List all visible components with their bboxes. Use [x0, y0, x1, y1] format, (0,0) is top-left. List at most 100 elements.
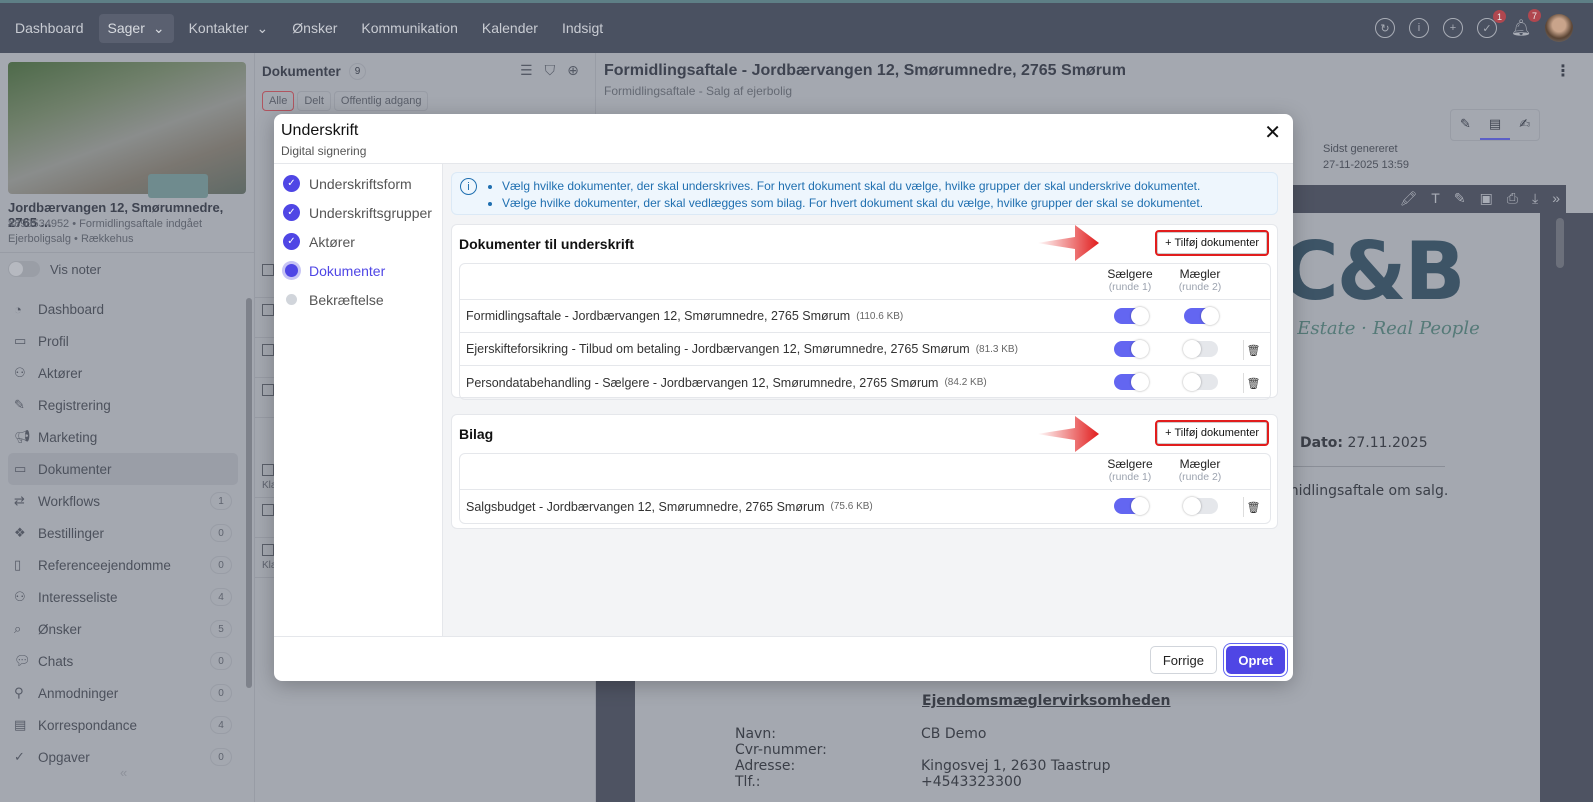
- highlight-icon[interactable]: 🖍︎: [1399, 190, 1417, 207]
- document-row: Ejerskifteforsikring - Tilbud om betalin…: [460, 333, 1270, 366]
- nav-kalender[interactable]: Kalender: [473, 14, 547, 42]
- plus-circle-icon[interactable]: +: [1443, 18, 1463, 38]
- check-circle-icon: ✓: [283, 204, 300, 221]
- wizard-step[interactable]: Dokumenter: [274, 256, 442, 285]
- sidebar-item-ønsker[interactable]: ⌕ Ønsker 5: [8, 613, 238, 645]
- filter-icon[interactable]: ⛉: [545, 62, 556, 79]
- filter-delt[interactable]: Delt: [297, 91, 331, 111]
- more-menu-icon[interactable]: ⋮: [1555, 61, 1571, 81]
- sidebar-item-dokumenter[interactable]: ▭ Dokumenter: [8, 453, 238, 485]
- nav-indsigt[interactable]: Indsigt: [553, 14, 612, 42]
- sidebar-item-label: Bestillinger: [38, 525, 105, 541]
- info-line: Vælg hvilke dokumenter, der skal undersk…: [502, 178, 1203, 195]
- nav-onsker[interactable]: Ønsker: [283, 14, 346, 42]
- generated-value: 27-11-2025 13:59: [1323, 159, 1410, 171]
- nav-label: Sager: [107, 20, 145, 36]
- trash-icon[interactable]: 🗑︎: [1243, 497, 1263, 517]
- sidebar-item-anmodninger[interactable]: ⚲ Anmodninger 0: [8, 677, 238, 709]
- wizard-step[interactable]: ✓ Aktører: [274, 227, 442, 256]
- sidebar-item-profil[interactable]: ▭ Profil: [8, 325, 238, 357]
- pdf-tab-icon[interactable]: ▤: [1479, 110, 1511, 140]
- signature-modal: Underskrift Digital signering ✕ ✓ Undersk…: [274, 114, 1293, 681]
- row-checkbox[interactable]: [262, 384, 274, 396]
- text-icon[interactable]: T: [1431, 190, 1440, 207]
- filter-alle[interactable]: Alle: [262, 91, 295, 111]
- print-icon[interactable]: ⎙: [1507, 190, 1518, 207]
- field-row: Navn: CB Demo: [735, 726, 1111, 742]
- image-icon[interactable]: ▣: [1480, 190, 1493, 207]
- sidebar-item-marketing[interactable]: 📢︎ Marketing: [8, 421, 238, 453]
- sidebar-item-bestillinger[interactable]: ❖ Bestillinger 0: [8, 517, 238, 549]
- signature-tab-icon[interactable]: ✍: [1510, 110, 1539, 140]
- create-button[interactable]: Opret: [1226, 646, 1285, 674]
- modal-footer: Forrige Opret: [274, 636, 1293, 681]
- sidebar-item-aktører[interactable]: ⚇ Aktører: [8, 357, 238, 389]
- sidebar-item-dashboard[interactable]: ◔ Dashboard: [8, 293, 238, 325]
- draw-icon[interactable]: ✎: [1454, 190, 1466, 207]
- document-row: Salgsbudget - Jordbærvangen 12, Smørumne…: [460, 490, 1270, 523]
- row-checkbox[interactable]: [262, 464, 274, 476]
- maegler-toggle[interactable]: [1183, 497, 1218, 515]
- pdf-scrollbar[interactable]: [1556, 218, 1564, 268]
- nav-dashboard[interactable]: Dashboard: [6, 14, 93, 42]
- sidebar-item-count: 0: [210, 684, 232, 702]
- sidebar-item-count: 1: [210, 492, 232, 510]
- nav-sager[interactable]: Sager ⌄: [98, 13, 174, 43]
- download-icon[interactable]: ⤓: [1532, 190, 1538, 207]
- filter-offentlig[interactable]: Offentlig adgang: [333, 91, 429, 111]
- maegler-toggle[interactable]: [1183, 340, 1218, 358]
- add-documents-button[interactable]: + Tilføj dokumenter: [1155, 230, 1269, 256]
- tasks-check-icon[interactable]: ✓ 1: [1477, 10, 1506, 38]
- notes-toggle[interactable]: [8, 261, 40, 277]
- sidebar-item-count: 5: [210, 620, 232, 638]
- saelgere-toggle[interactable]: [1114, 340, 1149, 358]
- maegler-toggle[interactable]: [1184, 307, 1219, 325]
- add-icon[interactable]: ⊕: [567, 62, 579, 79]
- wizard-step[interactable]: ✓ Underskriftsgrupper: [274, 198, 442, 227]
- nav-label: Kontakter: [188, 20, 249, 36]
- wizard-step[interactable]: Bekræftelse: [274, 285, 442, 314]
- sidebar-item-korrespondance[interactable]: ▤ Korrespondance 4: [8, 709, 238, 741]
- field-row: Adresse: Kingosvej 1, 2630 Taastrup: [735, 758, 1111, 774]
- sidebar-item-label: Opgaver: [38, 749, 90, 765]
- row-checkbox[interactable]: [262, 264, 274, 276]
- info-icon[interactable]: i: [1409, 18, 1429, 38]
- sidebar-item-chats[interactable]: 💬︎ Chats 0: [8, 645, 238, 677]
- trash-icon[interactable]: 🗑︎: [1243, 340, 1263, 360]
- info-box: i Vælg hvilke dokumenter, der skal under…: [451, 172, 1278, 215]
- saelgere-toggle[interactable]: [1114, 307, 1149, 325]
- document-name: Ejerskifteforsikring - Tilbud om betalin…: [466, 342, 970, 356]
- modal-subtitle: Digital signering: [281, 144, 367, 158]
- row-checkbox[interactable]: [262, 304, 274, 316]
- document-name: Persondatabehandling - Sælgere - Jordbær…: [466, 375, 939, 390]
- close-icon[interactable]: ✕: [1264, 120, 1281, 145]
- row-checkbox[interactable]: [262, 504, 274, 516]
- avatar[interactable]: [1545, 14, 1573, 42]
- wizard-step[interactable]: ✓ Underskriftsform: [274, 169, 442, 198]
- previous-button[interactable]: Forrige: [1149, 646, 1217, 674]
- saelgere-toggle[interactable]: [1114, 373, 1149, 391]
- sidebar-item-referenceejendomme[interactable]: ▯ Referenceejendomme 0: [8, 549, 238, 581]
- users-icon: ⚇: [14, 589, 26, 604]
- sidebar-item-label: Dokumenter: [38, 461, 112, 477]
- nav-kommunikation[interactable]: Kommunikation: [352, 14, 467, 42]
- sidebar-item-registrering[interactable]: ✎ Registrering: [8, 389, 238, 421]
- sidebar-item-workflows[interactable]: ⇄ Workflows 1: [8, 485, 238, 517]
- add-attachments-button[interactable]: + Tilføj dokumenter: [1155, 420, 1269, 446]
- nav-kontakter[interactable]: Kontakter ⌄: [180, 14, 278, 43]
- bell-icon[interactable]: 🔔︎ 7: [1511, 9, 1541, 38]
- refresh-icon[interactable]: ↻: [1375, 18, 1395, 38]
- list-view-icon[interactable]: ☰: [520, 62, 533, 79]
- saelgere-toggle[interactable]: [1114, 497, 1149, 515]
- document-name: Salgsbudget - Jordbærvangen 12, Smørumne…: [466, 499, 825, 514]
- edit-tab-icon[interactable]: ✎: [1451, 110, 1480, 140]
- maegler-toggle[interactable]: [1183, 373, 1218, 391]
- field-value: +4543323300: [921, 774, 1022, 790]
- collapse-icon[interactable]: «: [120, 765, 127, 780]
- expand-icon[interactable]: »: [1552, 190, 1560, 207]
- trash-icon[interactable]: 🗑︎: [1243, 373, 1263, 393]
- row-checkbox[interactable]: [262, 344, 274, 356]
- sidebar-scrollbar[interactable]: [246, 298, 252, 688]
- sidebar-item-interesseliste[interactable]: ⚇ Interesseliste 4: [8, 581, 238, 613]
- row-checkbox[interactable]: [262, 544, 274, 556]
